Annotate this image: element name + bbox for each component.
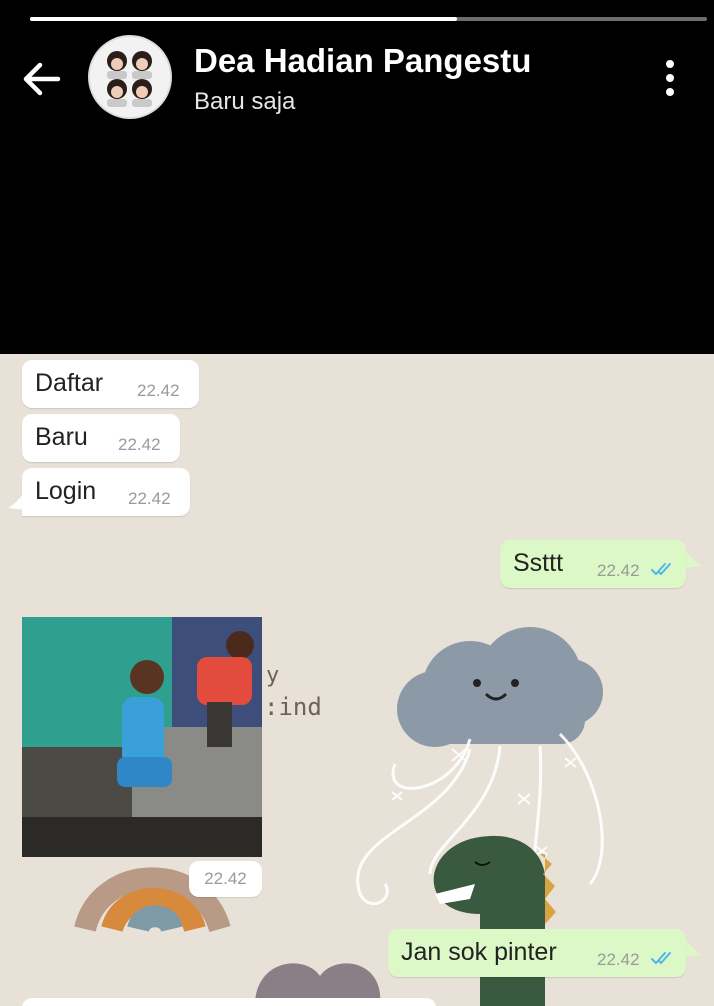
message-text: Daftar	[35, 369, 104, 397]
message-bubble-outgoing[interactable]: Jan sok pinter 22.42	[388, 929, 686, 977]
message-bubble-incoming[interactable]: Login 22.42	[22, 468, 190, 516]
message-text: Ssttt	[513, 549, 564, 577]
svg-text:y: y	[266, 663, 279, 688]
arrow-left-icon[interactable]	[18, 55, 66, 103]
double-check-icon	[651, 952, 671, 964]
message-image[interactable]	[22, 617, 262, 857]
svg-text::ind: :ind	[264, 693, 322, 721]
chat-area: y :ind Daftar 22.42 Baru 22.42 Login 22.…	[0, 354, 714, 1006]
message-bubble-incoming[interactable]: Baru 22.42	[22, 414, 180, 462]
message-bubble-outgoing[interactable]: Ssttt 22.42	[500, 540, 686, 588]
more-vertical-icon[interactable]	[654, 56, 686, 100]
double-check-icon	[651, 563, 671, 575]
bubble-tail-outgoing	[684, 548, 702, 568]
avatar[interactable]	[90, 37, 170, 117]
contact-name[interactable]: Dea Hadian Pangestu	[194, 42, 531, 80]
message-time: 22.42	[189, 861, 262, 897]
message-time: 22.42	[597, 950, 640, 969]
message-text: Jan sok pinter	[401, 938, 557, 966]
contact-status: Baru saja	[194, 88, 296, 115]
message-time: 22.42	[597, 561, 640, 580]
message-time: 22.42	[137, 381, 180, 400]
message-time: 22.42	[118, 435, 161, 454]
message-text: Baru	[35, 423, 88, 451]
message-text: Login	[35, 477, 97, 505]
bubble-tail-outgoing	[684, 937, 702, 957]
status-progress-track	[30, 17, 707, 21]
partial-message-bubble	[22, 998, 436, 1006]
message-time: 22.42	[128, 489, 171, 508]
status-progress-fill	[30, 17, 457, 21]
message-bubble-incoming[interactable]: Daftar 22.42	[22, 360, 199, 408]
